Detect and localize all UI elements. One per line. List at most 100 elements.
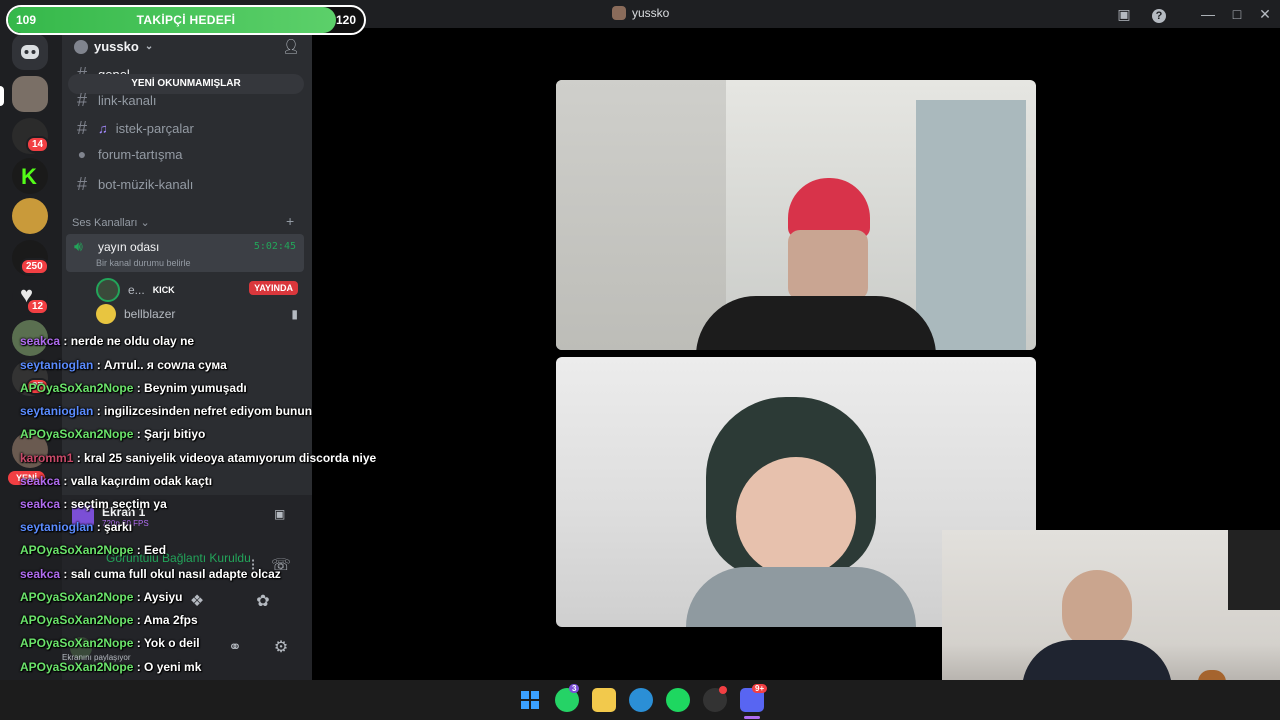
voice-status-text[interactable]: Bir kanal durumu belirle: [96, 258, 191, 268]
channel-label: istek-parçalar: [115, 121, 194, 136]
server-badge: 14: [26, 136, 50, 153]
window-title: yussko: [612, 6, 669, 20]
obs-icon[interactable]: [703, 686, 727, 712]
add-channel-icon[interactable]: +: [286, 213, 294, 229]
chat-text: : salı cuma full okul nasıl adapte olcaz: [60, 567, 281, 581]
channel-label: link-kanalı: [98, 93, 157, 108]
server-name: yussko: [94, 39, 139, 54]
chat-text: : Yok o deil: [133, 636, 200, 650]
kick-logo-icon: K: [21, 164, 37, 189]
taskbar: 3 9+: [0, 680, 1280, 720]
selected-server-pill: [0, 86, 4, 106]
chat-text: : valla kaçırdım odak kaçtı: [60, 474, 213, 488]
channel-forum[interactable]: ● forum-tartışma: [74, 146, 183, 162]
chat-message: seakca : seçtim seçtim ya: [20, 497, 167, 511]
activity-icon[interactable]: ❖: [186, 591, 208, 613]
whatsapp-icon[interactable]: 3: [555, 684, 580, 712]
chat-message: seytanioglan : şarkı: [20, 520, 132, 534]
voice-user-e[interactable]: e... KICK: [96, 278, 175, 302]
goal-label: TAKİPÇİ HEDEFİ: [136, 13, 236, 27]
hash-icon: #: [76, 174, 87, 194]
channel-label: forum-tartışma: [98, 146, 183, 162]
server-badge: 12: [26, 298, 50, 315]
chat-text: : O yeni mk: [133, 660, 202, 674]
chat-message: APOyaSoXan2Nope : Şarjı bitiyo: [20, 427, 205, 441]
avatar: [96, 278, 120, 302]
server-icon-3[interactable]: [12, 198, 48, 234]
live-badge: YAYINDA: [249, 281, 298, 295]
chat-message: seakca : valla kaçırdım odak kaçtı: [20, 474, 212, 488]
chat-message: APOyaSoXan2Nope : Aysiyu: [20, 590, 183, 604]
avatar: [96, 304, 116, 324]
soundboard-icon[interactable]: ✿: [252, 591, 274, 613]
maximize-icon[interactable]: □: [1227, 4, 1247, 24]
chat-text: : Şarjı bitiyo: [133, 427, 206, 441]
channel-label: bot-müzik-kanalı: [98, 177, 194, 192]
video-tile-1[interactable]: [556, 80, 1036, 350]
music-note-icon: ♫: [98, 121, 108, 136]
speaker-icon: 🔊︎: [74, 238, 83, 254]
chat-message: seakca : salı cuma full okul nasıl adapt…: [20, 567, 281, 581]
camera-icon: ▮: [291, 307, 298, 321]
server-icon-yussko[interactable]: [12, 76, 48, 112]
chat-message: seytanioglan : Алтul.. я соwлa сума: [20, 358, 227, 372]
minimize-icon[interactable]: —: [1198, 4, 1218, 24]
goal-target: 120: [335, 13, 356, 27]
forum-icon: ●: [77, 146, 87, 162]
spotify-icon[interactable]: [666, 688, 690, 712]
chat-message: APOyaSoXan2Nope : O yeni mk: [20, 660, 201, 674]
channel-link[interactable]: # link-kanalı: [74, 90, 157, 111]
chat-message: karomm1 : kral 25 saniyelik videoya atam…: [20, 451, 376, 465]
chat-text: : kral 25 saniyelik videoya atamıyorum d…: [73, 451, 377, 465]
window-title-text: yussko: [632, 6, 670, 20]
channel-bot[interactable]: # bot-müzik-kanalı: [74, 174, 193, 195]
chat-username: APOyaSoXan2Nope: [20, 613, 134, 627]
chat-username: seytanioglan: [20, 520, 94, 534]
screen-share-icon[interactable]: ▣: [1114, 4, 1134, 24]
chat-text: : Aysiyu: [133, 590, 183, 604]
server-icon-kick[interactable]: K: [12, 158, 48, 194]
chat-text: : Ama 2fps: [133, 613, 198, 627]
follower-goal-bar: 109 TAKİPÇİ HEDEFİ 120: [6, 5, 366, 35]
chat-text: : ingilizcesinden nefret ediyom bunun: [93, 404, 313, 418]
headphones-icon[interactable]: ⚭: [224, 637, 246, 659]
discord-taskbar-icon[interactable]: 9+: [740, 684, 768, 712]
channel-istek[interactable]: # ♫ istek-parçalar: [74, 118, 194, 139]
hash-icon: #: [76, 90, 87, 110]
voice-channel-yayin-odasi[interactable]: 🔊︎ yayın odası 5:02:45 Bir kanal durumu …: [66, 234, 304, 272]
chat-message: APOyaSoXan2Nope : Beynim yumuşadı: [20, 381, 247, 395]
chat-username: seakca: [20, 567, 61, 581]
server-icon-4[interactable]: 250: [12, 240, 49, 276]
chevron-down-icon: ⌄: [144, 41, 154, 52]
edge-browser-icon[interactable]: [629, 688, 653, 712]
chat-username: APOyaSoXan2Nope: [20, 381, 134, 395]
server-header[interactable]: yussko ⌄: [74, 39, 153, 54]
chat-text: : seçtim seçtim ya: [60, 497, 167, 511]
voice-category[interactable]: Ses Kanalları ⌄: [72, 216, 150, 229]
chat-message: APOyaSoXan2Nope : Yok o deil: [20, 636, 200, 650]
settings-gear-icon[interactable]: ⚙: [270, 637, 292, 659]
stop-share-icon[interactable]: ▣: [274, 507, 285, 521]
chat-username: seakca: [20, 497, 61, 511]
add-member-icon[interactable]: 👤︎: [282, 38, 300, 55]
close-icon[interactable]: ✕: [1255, 4, 1275, 24]
server-icon-heart[interactable]: ♥ 12: [12, 280, 50, 316]
windows-start-icon[interactable]: [518, 688, 542, 712]
file-explorer-icon[interactable]: [592, 688, 616, 712]
chat-text: : şarkı: [93, 520, 133, 534]
voice-category-label: Ses Kanalları: [72, 217, 138, 229]
server-avatar-icon: [612, 6, 626, 20]
chat-message: seytanioglan : ingilizcesinden nefret ed…: [20, 404, 312, 418]
discord-home-icon[interactable]: [12, 34, 48, 70]
server-list: 14 K 250 ♥ 12 97 YENİ: [0, 28, 62, 680]
voice-user-bellblazer[interactable]: bellblazer: [96, 304, 175, 324]
help-icon[interactable]: ?: [1149, 4, 1169, 24]
recording-dot-icon: [719, 686, 727, 694]
chat-message: seakca : nerde ne oldu olay ne: [20, 334, 194, 348]
server-badge: 250: [20, 258, 49, 275]
server-icon-2[interactable]: 14: [12, 118, 50, 154]
chat-text: : Beynim yumuşadı: [133, 381, 247, 395]
chevron-down-icon: ⌄: [140, 217, 150, 229]
whatsapp-badge: 3: [569, 684, 580, 693]
chat-username: APOyaSoXan2Nope: [20, 636, 134, 650]
